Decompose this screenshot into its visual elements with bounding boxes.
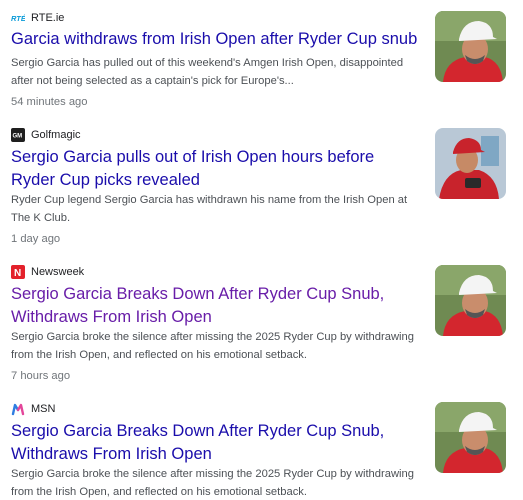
golfmagic-logo-icon: GM xyxy=(11,128,25,142)
article-timestamp: 7 hours ago xyxy=(11,370,71,382)
svg-text:RTÉ: RTÉ xyxy=(11,14,25,23)
article-snippet: Ryder Cup legend Sergio Garcia has withd… xyxy=(11,194,408,224)
article-headline-link[interactable]: Sergio Garcia Breaks Down After Ryder Cu… xyxy=(11,420,421,466)
source-name: RTE.ie xyxy=(31,12,65,24)
msn-logo-icon xyxy=(11,402,25,416)
rte-logo-icon: RTÉ xyxy=(11,11,25,25)
article-headline-link[interactable]: Sergio Garcia Breaks Down After Ryder Cu… xyxy=(11,283,421,329)
source-name: Newsweek xyxy=(31,266,85,278)
article-thumbnail[interactable] xyxy=(435,128,506,199)
article-timestamp: 1 day ago xyxy=(11,233,61,245)
article-thumbnail[interactable] xyxy=(435,402,506,473)
source-row: MSN xyxy=(11,401,55,417)
article-thumbnail[interactable] xyxy=(435,265,506,336)
article-snippet: Sergio Garcia broke the silence after mi… xyxy=(11,331,414,361)
svg-text:GM: GM xyxy=(13,134,23,140)
news-results-feed: RTÉ RTE.ie Garcia withdraws from Irish O… xyxy=(0,0,523,500)
article-timestamp: 54 minutes ago xyxy=(11,96,88,108)
source-row: N Newsweek xyxy=(11,264,84,280)
newsweek-logo-icon: N xyxy=(11,265,25,279)
source-name: Golfmagic xyxy=(31,129,81,141)
article-headline-link[interactable]: Garcia withdraws from Irish Open after R… xyxy=(11,28,421,51)
source-row: RTÉ RTE.ie xyxy=(11,10,64,26)
source-row: GM Golfmagic xyxy=(11,127,81,143)
article-snippet: Sergio Garcia broke the silence after mi… xyxy=(11,468,414,498)
article-snippet: Sergio Garcia has pulled out of this wee… xyxy=(11,57,404,87)
source-name: MSN xyxy=(31,403,56,415)
article-thumbnail[interactable] xyxy=(435,11,506,82)
svg-text:N: N xyxy=(14,268,21,279)
article-headline-link[interactable]: Sergio Garcia pulls out of Irish Open ho… xyxy=(11,146,421,192)
